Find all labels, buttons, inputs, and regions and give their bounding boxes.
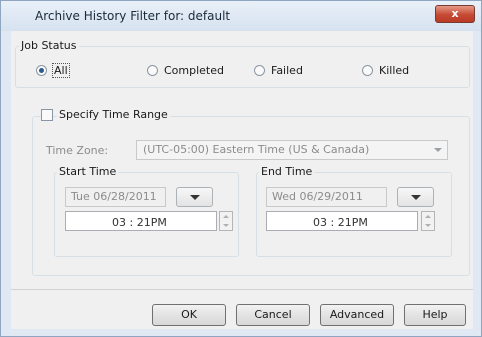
radio-completed-button[interactable] [147, 65, 158, 76]
radio-completed[interactable]: Completed [147, 64, 224, 77]
start-time-field[interactable]: 03 : 21PM [65, 211, 217, 231]
radio-killed-button[interactable] [362, 65, 373, 76]
radio-completed-label: Completed [164, 64, 224, 77]
start-time-spinner[interactable] [219, 211, 233, 231]
radio-killed[interactable]: Killed [362, 64, 409, 77]
close-button[interactable]: x [435, 5, 475, 23]
radio-failed-button[interactable] [254, 65, 265, 76]
spinner-down-icon [425, 224, 431, 227]
start-date-field[interactable]: Tue 06/28/2011 [65, 187, 166, 207]
start-date-value: Tue 06/28/2011 [71, 190, 157, 203]
end-time-value: 03 : 21PM [313, 216, 368, 229]
chevron-down-icon [410, 195, 421, 200]
start-time-legend: Start Time [57, 165, 119, 178]
ok-button[interactable]: OK [152, 304, 226, 326]
spinner-up-icon [223, 215, 229, 218]
radio-failed[interactable]: Failed [254, 64, 303, 77]
timezone-value: (UTC-05:00) Eastern Time (US & Canada) [143, 143, 370, 156]
timezone-label: Time Zone: [46, 144, 109, 157]
radio-killed-label: Killed [379, 64, 410, 77]
job-status-group: Job Status All Completed Failed Killed [15, 39, 470, 88]
title-bar[interactable]: Archive History Filter for: default x [1, 1, 481, 31]
radio-failed-label: Failed [271, 64, 303, 77]
end-time-spinner[interactable] [421, 211, 435, 231]
end-date-dropdown-button[interactable] [397, 187, 434, 207]
radio-all[interactable]: All [36, 63, 70, 78]
end-date-value: Wed 06/29/2011 [272, 190, 363, 203]
dialog-window: Archive History Filter for: default x Jo… [0, 0, 482, 337]
start-date-dropdown-button[interactable] [176, 187, 213, 207]
specify-time-range-label: Specify Time Range [57, 108, 170, 121]
chevron-down-icon [434, 148, 442, 152]
chevron-down-icon [189, 195, 200, 200]
start-time-value: 03 : 21PM [112, 216, 167, 229]
help-button[interactable]: Help [404, 304, 466, 326]
end-time-legend: End Time [259, 165, 315, 178]
spinner-down-icon [223, 224, 229, 227]
dialog-content: Job Status All Completed Failed Killed S… [11, 31, 473, 329]
start-time-group: Start Time Tue 06/28/2011 03 : 21PM [54, 165, 239, 257]
end-time-field[interactable]: 03 : 21PM [266, 211, 418, 231]
specify-time-range-checkbox[interactable] [41, 109, 53, 121]
timezone-select[interactable]: (UTC-05:00) Eastern Time (US & Canada) [136, 140, 448, 160]
close-icon: x [451, 7, 459, 20]
job-status-legend: Job Status [19, 39, 79, 52]
end-date-field[interactable]: Wed 06/29/2011 [266, 187, 387, 207]
footer-divider [11, 289, 473, 290]
spinner-up-icon [425, 215, 431, 218]
radio-all-button[interactable] [36, 65, 47, 76]
end-time-group: End Time Wed 06/29/2011 03 : 21PM [256, 165, 452, 257]
radio-all-label: All [52, 63, 70, 78]
window-title: Archive History Filter for: default [35, 9, 231, 23]
advanced-button[interactable]: Advanced [320, 304, 394, 326]
cancel-button[interactable]: Cancel [236, 304, 310, 326]
